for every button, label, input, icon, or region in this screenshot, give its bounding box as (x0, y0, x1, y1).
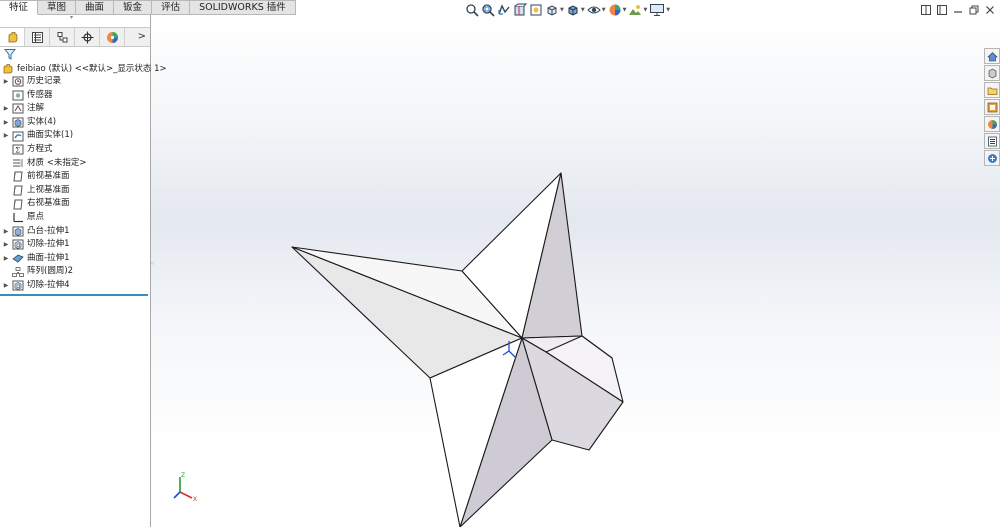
document-window-controls (918, 4, 998, 16)
view-palette-icon[interactable] (984, 99, 1000, 115)
split-view-icon[interactable] (934, 4, 950, 16)
hide-show-items-icon[interactable]: ▼ (587, 2, 606, 18)
minimize-icon[interactable] (950, 4, 966, 16)
tab-features[interactable]: 特征 (0, 0, 39, 15)
appearances-scenes-icon[interactable] (984, 116, 1000, 132)
dynamic-annotation-icon[interactable] (529, 2, 543, 18)
triad-z-label: Z (181, 472, 185, 479)
file-explorer-icon[interactable] (984, 82, 1000, 98)
command-manager-tabs: 特征 草图 曲面 钣金 评估 SOLIDWORKS 插件 (0, 0, 296, 15)
view-settings-icon[interactable]: ▼ (649, 2, 670, 18)
tab-sketch[interactable]: 草图 (38, 0, 77, 15)
edit-appearance-icon[interactable]: ▼ (608, 2, 626, 18)
solidworks-forum-icon[interactable] (984, 150, 1000, 166)
solidworks-resources-icon[interactable] (984, 48, 1000, 64)
task-pane-strip (984, 48, 1000, 167)
apply-scene-icon[interactable]: ▼ (628, 2, 647, 18)
reference-triad-icon: Z X (173, 472, 197, 503)
close-icon[interactable] (982, 4, 998, 16)
tab-sheet-metal[interactable]: 钣金 (114, 0, 153, 15)
section-view-icon[interactable] (513, 2, 527, 18)
design-library-icon[interactable] (984, 65, 1000, 81)
zoom-to-fit-icon[interactable] (465, 2, 479, 18)
triad-x-label: X (193, 496, 197, 503)
previous-view-icon[interactable] (497, 2, 511, 18)
tab-surfaces[interactable]: 曲面 (76, 0, 115, 15)
restore-icon[interactable] (966, 4, 982, 16)
view-layout-icon[interactable] (918, 4, 934, 16)
zoom-to-area-icon[interactable] (481, 2, 495, 18)
tab-solidworks-addins[interactable]: SOLIDWORKS 插件 (190, 0, 296, 15)
view-orientation-icon[interactable]: ▼ (545, 2, 564, 18)
display-style-icon[interactable]: ▼ (566, 2, 585, 18)
star-model-view[interactable] (0, 0, 1000, 527)
tab-evaluate[interactable]: 评估 (152, 0, 191, 15)
custom-properties-icon[interactable] (984, 133, 1000, 149)
heads-up-view-toolbar: ▼ ▼ ▼ ▼ ▼ ▼ (465, 2, 672, 18)
